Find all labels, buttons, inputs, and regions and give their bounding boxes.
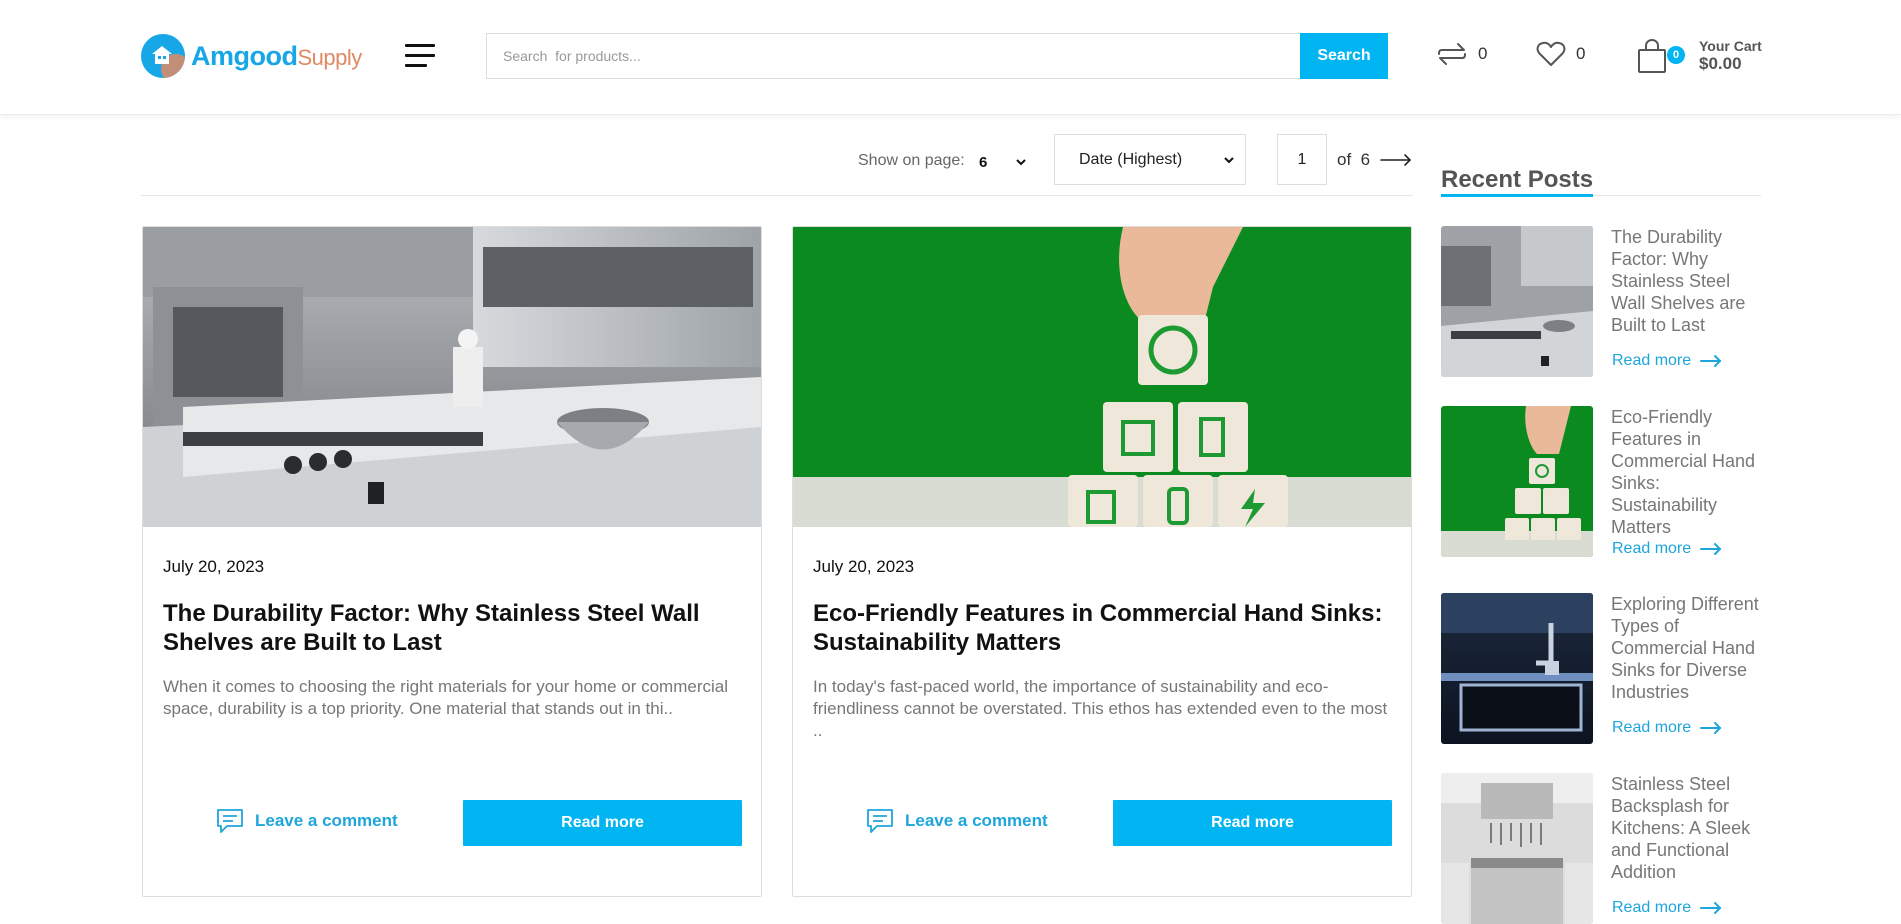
recent-post-read-more-label: Read more bbox=[1612, 899, 1692, 916]
search-input[interactable] bbox=[486, 33, 1300, 79]
cart-total: $0.00 bbox=[1699, 54, 1742, 73]
menu-icon[interactable] bbox=[405, 44, 435, 70]
logo-text: AmgoodSupply bbox=[191, 41, 362, 72]
next-page-arrow-icon[interactable] bbox=[1379, 150, 1413, 170]
listing-toolbar: Show on page: 6 Date (Highest) 1 of 6 bbox=[141, 134, 1413, 196]
recent-post-read-more[interactable]: Read more bbox=[1612, 352, 1723, 370]
sort-value: Date (Highest) bbox=[1079, 150, 1183, 168]
compare-icon bbox=[1438, 43, 1466, 65]
read-more-button[interactable]: Read more bbox=[1113, 800, 1392, 846]
post-title[interactable]: Eco-Friendly Features in Commercial Hand… bbox=[813, 599, 1393, 657]
recent-post-read-more[interactable]: Read more bbox=[1612, 719, 1723, 737]
arrow-right-icon bbox=[1700, 543, 1722, 555]
cart-label: Your Cart bbox=[1699, 38, 1762, 54]
logo-brand: Amgood bbox=[191, 40, 298, 71]
page-total: 6 bbox=[1360, 150, 1371, 169]
arrow-right-icon bbox=[1700, 722, 1722, 734]
recent-posts-title: Recent Posts bbox=[1441, 166, 1594, 193]
cart-count-badge: 0 bbox=[1667, 46, 1685, 64]
recent-post-read-more[interactable]: Read more bbox=[1612, 540, 1723, 558]
recent-post-read-more-label: Read more bbox=[1612, 719, 1692, 736]
recent-post-read-more[interactable]: Read more bbox=[1612, 899, 1723, 917]
page-number-input[interactable]: 1 bbox=[1277, 134, 1327, 185]
post-excerpt: When it comes to choosing the right mate… bbox=[163, 677, 729, 718]
recent-post-title[interactable]: Stainless Steel Backsplash for Kitchens:… bbox=[1611, 773, 1763, 883]
show-on-page-select[interactable]: 6 bbox=[979, 147, 1031, 177]
post-card: July 20, 2023 The Durability Factor: Why… bbox=[142, 226, 762, 897]
post-card: July 20, 2023 Eco-Friendly Features in C… bbox=[792, 226, 1412, 897]
show-on-page-label: Show on page: bbox=[858, 152, 965, 169]
leave-comment-label: Leave a comment bbox=[905, 811, 1048, 830]
leave-comment-link[interactable]: Leave a comment bbox=[215, 807, 398, 835]
logo-suffix: Supply bbox=[297, 44, 362, 70]
wishlist-button[interactable]: 0 bbox=[1536, 40, 1585, 68]
read-more-button[interactable]: Read more bbox=[463, 800, 742, 846]
recent-post-title[interactable]: Exploring Different Types of Commercial … bbox=[1611, 593, 1763, 703]
cart-button[interactable]: 0 bbox=[1637, 38, 1685, 74]
leave-comment-label: Leave a comment bbox=[255, 811, 398, 830]
chevron-down-icon bbox=[1224, 156, 1234, 163]
site-header: AmgoodSupply Search 0 0 0 Your Cart $0.0… bbox=[0, 0, 1901, 115]
arrow-right-icon bbox=[1700, 355, 1722, 367]
page-of-label: of 6 bbox=[1337, 150, 1370, 170]
site-logo[interactable]: AmgoodSupply bbox=[141, 34, 362, 78]
recent-post-thumb-eco[interactable] bbox=[1441, 406, 1593, 557]
compare-button[interactable]: 0 bbox=[1436, 40, 1487, 68]
recent-post-title[interactable]: The Durability Factor: Why Stainless Ste… bbox=[1611, 226, 1763, 336]
post-date: July 20, 2023 bbox=[813, 557, 915, 576]
search-button[interactable]: Search bbox=[1300, 33, 1388, 79]
show-on-page-value: 6 bbox=[979, 153, 988, 171]
recent-posts-underline bbox=[1441, 194, 1593, 197]
cart-summary[interactable]: Your Cart $0.00 bbox=[1699, 39, 1762, 72]
recent-post-thumb-sink[interactable] bbox=[1441, 593, 1593, 744]
page-of-text: of bbox=[1337, 150, 1352, 169]
comment-icon bbox=[867, 809, 893, 833]
heart-icon bbox=[1536, 41, 1566, 66]
comment-icon bbox=[217, 809, 243, 833]
recent-post-thumb-kitchen[interactable] bbox=[1441, 226, 1593, 377]
recent-post-read-more-label: Read more bbox=[1612, 540, 1692, 557]
post-date: July 20, 2023 bbox=[163, 557, 265, 576]
post-title[interactable]: The Durability Factor: Why Stainless Ste… bbox=[163, 599, 743, 657]
recent-post-read-more-label: Read more bbox=[1612, 352, 1692, 369]
sort-select[interactable]: Date (Highest) bbox=[1054, 134, 1246, 185]
logo-icon bbox=[141, 34, 185, 78]
post-image-kitchen[interactable] bbox=[143, 227, 761, 527]
leave-comment-link[interactable]: Leave a comment bbox=[865, 807, 1048, 835]
compare-count: 0 bbox=[1478, 44, 1488, 63]
chevron-down-icon bbox=[1016, 159, 1026, 166]
wishlist-count: 0 bbox=[1576, 44, 1586, 63]
recent-post-thumb-backsplash[interactable] bbox=[1441, 773, 1593, 924]
search-bar: Search bbox=[486, 33, 1388, 79]
arrow-right-icon bbox=[1700, 902, 1722, 914]
post-excerpt: In today's fast-paced world, the importa… bbox=[813, 677, 1388, 740]
post-image-eco-blocks[interactable] bbox=[793, 227, 1411, 527]
shopping-bag-icon bbox=[1638, 39, 1666, 73]
recent-post-title[interactable]: Eco-Friendly Features in Commercial Hand… bbox=[1611, 406, 1763, 538]
